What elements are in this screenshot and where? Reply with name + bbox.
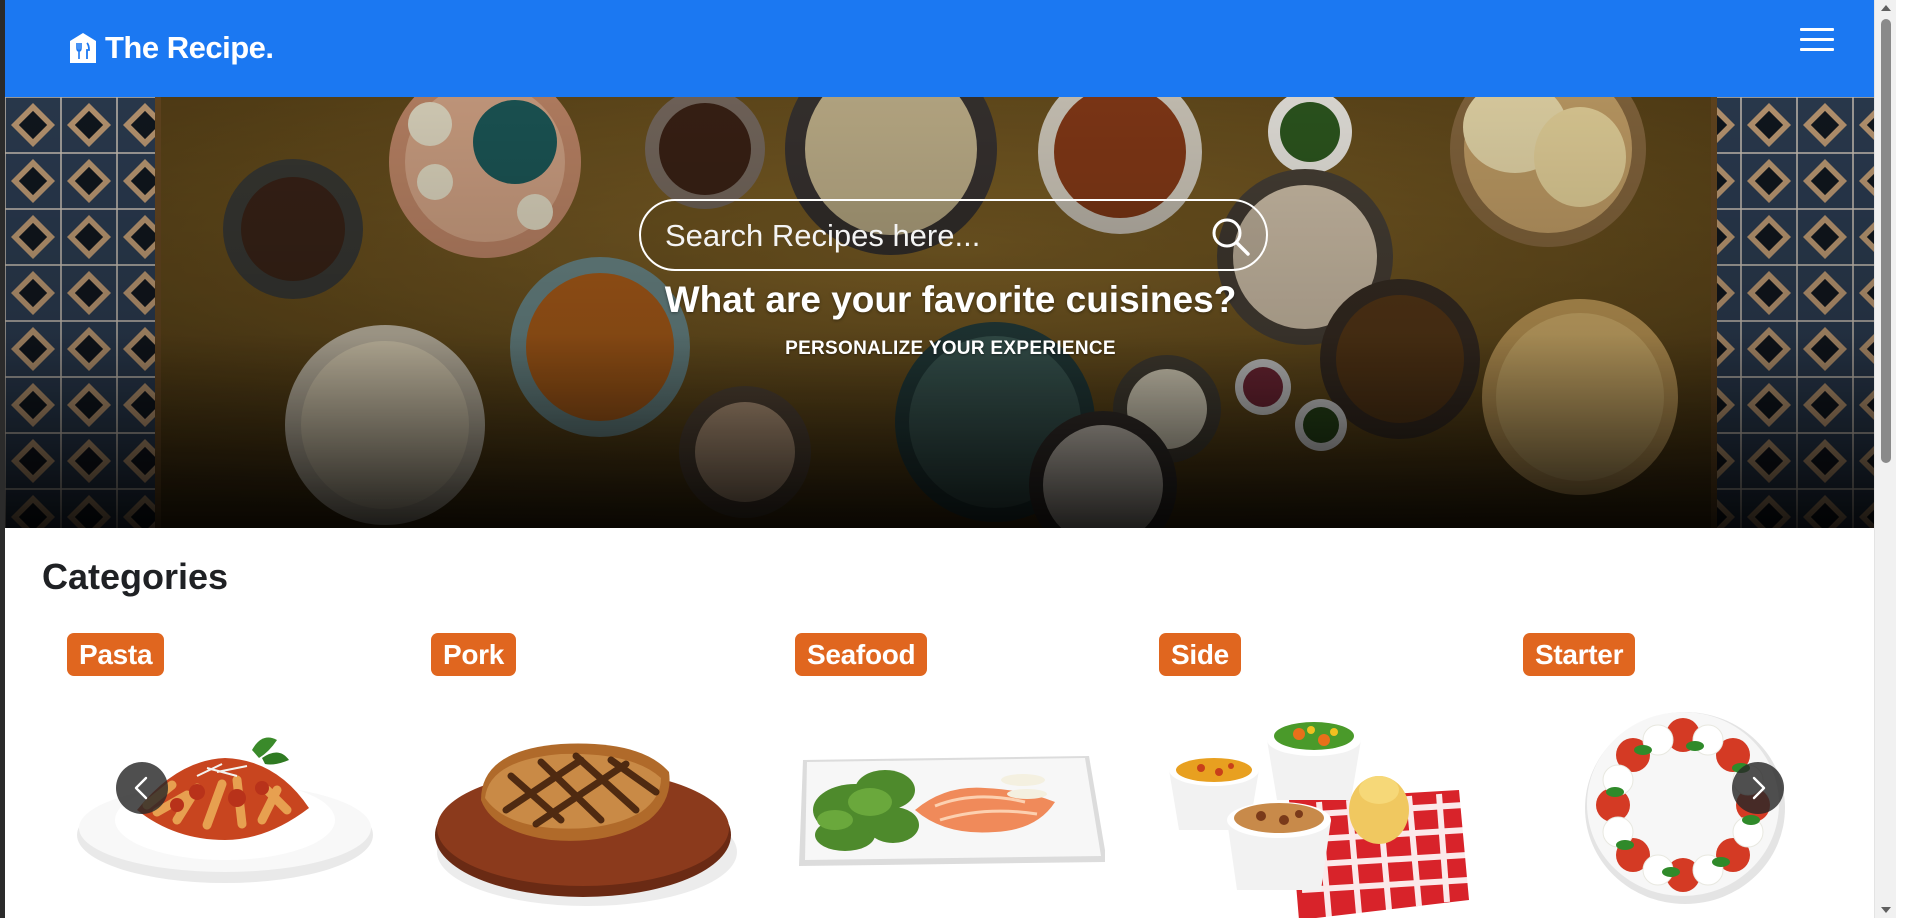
category-card-pork[interactable]: Pork xyxy=(411,630,741,918)
chef-house-icon xyxy=(70,33,96,63)
search-bar xyxy=(639,199,1268,271)
category-card-seafood[interactable]: Seafood xyxy=(775,630,1105,918)
carousel-next-button[interactable] xyxy=(1732,762,1784,814)
category-badge: Side xyxy=(1159,633,1241,676)
brand-link[interactable]: The Recipe. xyxy=(68,30,274,66)
category-card-pasta[interactable]: Pasta xyxy=(47,630,377,918)
search-icon[interactable] xyxy=(1208,214,1252,258)
side-dishes-image xyxy=(1169,722,1469,918)
scroll-down-arrow-icon[interactable] xyxy=(1875,901,1896,918)
category-card-side[interactable]: Side xyxy=(1139,630,1469,918)
carousel-prev-button[interactable] xyxy=(116,762,168,814)
hamburger-menu-icon[interactable] xyxy=(1800,28,1834,56)
hero-banner: What are your favorite cuisines? PERSONA… xyxy=(5,97,1896,528)
category-badge: Pork xyxy=(431,633,517,676)
chevron-left-icon xyxy=(134,776,148,800)
categories-heading: Categories xyxy=(42,556,229,597)
page: The Recipe. Search Recipes here... What … xyxy=(5,0,1896,918)
chevron-right-icon xyxy=(1752,776,1766,800)
scroll-thumb[interactable] xyxy=(1881,19,1891,463)
hero-subtitle: PERSONALIZE YOUR EXPERIENCE xyxy=(785,338,1116,359)
pasta-plate-image xyxy=(77,737,373,883)
category-badge: Seafood xyxy=(795,633,928,676)
salmon-plate-image xyxy=(799,756,1105,866)
category-badge: Starter xyxy=(1523,633,1636,676)
category-badge: Pasta xyxy=(67,633,165,676)
search-input[interactable] xyxy=(665,215,1195,257)
navbar: The Recipe. xyxy=(5,0,1896,97)
brand-name: The Recipe. xyxy=(105,30,274,65)
hero-title: What are your favorite cuisines? xyxy=(664,279,1237,320)
vertical-scrollbar[interactable] xyxy=(1874,0,1896,918)
scroll-up-arrow-icon[interactable] xyxy=(1875,0,1896,17)
pork-chop-image xyxy=(435,743,737,906)
